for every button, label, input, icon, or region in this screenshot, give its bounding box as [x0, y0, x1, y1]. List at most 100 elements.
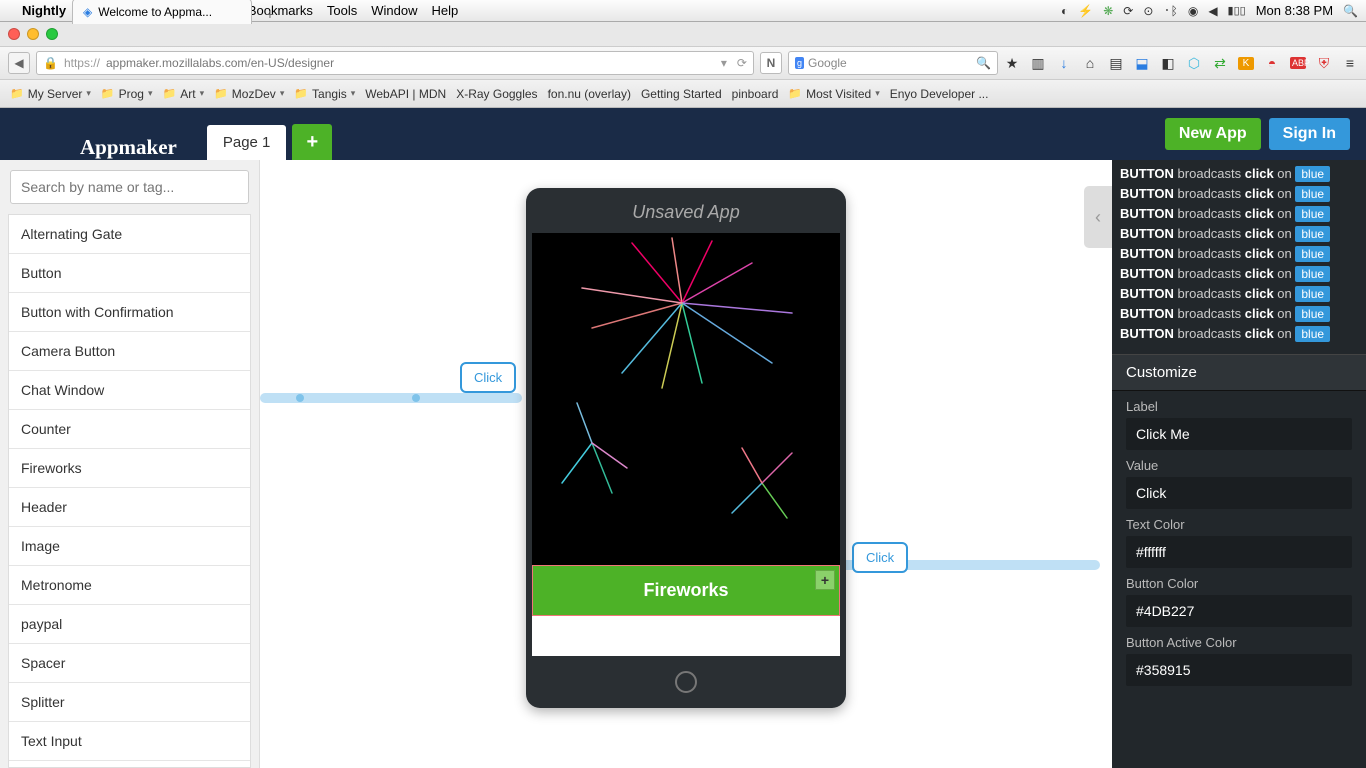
- textcolor-input[interactable]: [1126, 536, 1352, 568]
- bluetooth-icon[interactable]: ᛫ᛒ: [1163, 4, 1177, 18]
- value-input[interactable]: [1126, 477, 1352, 509]
- component-item[interactable]: Metronome: [9, 566, 250, 605]
- prop-label: Value: [1126, 458, 1352, 473]
- status-icon[interactable]: ⟳: [1123, 4, 1133, 18]
- toolbar-icon[interactable]: ⬡: [1186, 55, 1202, 72]
- bookmark-item[interactable]: My Server: [10, 87, 91, 101]
- toolbar-icon[interactable]: ▤: [1108, 55, 1124, 72]
- bookmark-item[interactable]: Most Visited: [788, 87, 879, 101]
- bookmark-item[interactable]: Enyo Developer ...: [890, 87, 989, 101]
- component-item[interactable]: Fireworks: [9, 449, 250, 488]
- library-icon[interactable]: ▥: [1030, 55, 1046, 72]
- prop-label: Button Active Color: [1126, 635, 1352, 650]
- wire-label-right[interactable]: Click: [852, 542, 908, 573]
- add-page-button[interactable]: +: [292, 124, 332, 160]
- fireworks-canvas[interactable]: [532, 233, 840, 565]
- fireworks-button[interactable]: Fireworks +: [532, 565, 840, 616]
- window-maximize-icon[interactable]: [46, 28, 58, 40]
- component-item[interactable]: Alternating Gate: [9, 215, 250, 254]
- component-search-input[interactable]: [10, 170, 249, 204]
- component-item[interactable]: paypal: [9, 605, 250, 644]
- url-bar[interactable]: 🔒 https://appmaker.mozillalabs.com/en-US…: [36, 51, 754, 75]
- component-item[interactable]: Image: [9, 527, 250, 566]
- new-app-button[interactable]: New App: [1165, 118, 1261, 150]
- component-item[interactable]: Button: [9, 254, 250, 293]
- reader-icon[interactable]: N: [760, 52, 782, 74]
- broadcast-row[interactable]: BUTTON broadcasts click on blue: [1120, 304, 1358, 324]
- component-item[interactable]: Header: [9, 488, 250, 527]
- mac-menu-item[interactable]: Tools: [327, 3, 357, 18]
- bookmark-item[interactable]: Getting Started: [641, 87, 722, 101]
- add-listener-button[interactable]: +: [815, 570, 835, 590]
- status-icon[interactable]: ⚡: [1078, 4, 1093, 18]
- adblock-icon[interactable]: ABP: [1290, 57, 1306, 69]
- mac-menu-item[interactable]: Help: [431, 3, 458, 18]
- search-input[interactable]: g Google 🔍: [788, 51, 998, 75]
- toolbar-icon[interactable]: ⛨: [1316, 55, 1332, 72]
- design-canvas[interactable]: Click Click Unsaved App: [260, 160, 1112, 768]
- google-icon: g: [795, 57, 804, 69]
- window-close-icon[interactable]: [8, 28, 20, 40]
- status-icon[interactable]: ⊙: [1143, 4, 1153, 18]
- bookmark-item[interactable]: Prog: [101, 87, 153, 101]
- spotlight-icon[interactable]: 🔍: [1343, 4, 1358, 18]
- component-item[interactable]: Text Input: [9, 722, 250, 761]
- nav-back-button[interactable]: ◀: [8, 52, 30, 74]
- component-item[interactable]: Counter: [9, 410, 250, 449]
- broadcast-row[interactable]: BUTTON broadcasts click on blue: [1120, 184, 1358, 204]
- menu-icon[interactable]: ≡: [1342, 55, 1358, 71]
- broadcast-row[interactable]: BUTTON broadcasts click on blue: [1120, 284, 1358, 304]
- buttonactivecolor-input[interactable]: [1126, 654, 1352, 686]
- label-input[interactable]: [1126, 418, 1352, 450]
- bookmark-item[interactable]: pinboard: [732, 87, 779, 101]
- downloads-icon[interactable]: ↓: [1056, 55, 1072, 71]
- toolbar-icon[interactable]: ◓: [1264, 55, 1280, 71]
- component-item[interactable]: Chat Window: [9, 371, 250, 410]
- component-item[interactable]: Button with Confirmation: [9, 293, 250, 332]
- toolbar-icon[interactable]: ⇄: [1212, 55, 1228, 72]
- broadcast-row[interactable]: BUTTON broadcasts click on blue: [1120, 224, 1358, 244]
- page-tab[interactable]: Page 1: [207, 125, 287, 160]
- buttoncolor-input[interactable]: [1126, 595, 1352, 627]
- window-minimize-icon[interactable]: [27, 28, 39, 40]
- component-item[interactable]: Spacer: [9, 644, 250, 683]
- browser-chrome: ◈ Welcome to Appma... + ◀ 🔒 https://appm…: [0, 22, 1366, 108]
- broadcast-row[interactable]: BUTTON broadcasts click on blue: [1120, 264, 1358, 284]
- mac-menu-item[interactable]: Window: [371, 3, 417, 18]
- app-brand: Appmaker: [0, 135, 207, 160]
- toolbar-icon[interactable]: ◧: [1160, 55, 1176, 72]
- bookmark-item[interactable]: fon.nu (overlay): [548, 87, 631, 101]
- bookmark-item[interactable]: Art: [163, 87, 205, 101]
- broadcast-row[interactable]: BUTTON broadcasts click on blue: [1120, 244, 1358, 264]
- bookmark-item[interactable]: MozDev: [214, 87, 284, 101]
- home-icon[interactable]: ⌂: [1082, 55, 1098, 71]
- wire-label-left[interactable]: Click: [460, 362, 516, 393]
- volume-icon[interactable]: ◀: [1208, 4, 1217, 18]
- right-sidebar-collapse-button[interactable]: ‹: [1084, 186, 1112, 248]
- battery-icon[interactable]: ▮▯▯: [1228, 4, 1246, 17]
- broadcast-row[interactable]: BUTTON broadcasts click on blue: [1120, 164, 1358, 184]
- bookmark-item[interactable]: Tangis: [294, 87, 355, 101]
- sign-in-button[interactable]: Sign In: [1269, 118, 1350, 150]
- phone-home-area: [526, 656, 846, 708]
- search-icon[interactable]: 🔍: [976, 56, 991, 70]
- wifi-icon[interactable]: ◉: [1188, 4, 1198, 18]
- reload-icon[interactable]: ▾ ⟳: [721, 56, 747, 70]
- new-tab-button[interactable]: +: [258, 4, 282, 24]
- toolbar-icon[interactable]: ⬓: [1134, 55, 1150, 72]
- broadcast-row[interactable]: BUTTON broadcasts click on blue: [1120, 324, 1358, 344]
- home-button-icon[interactable]: [675, 671, 697, 693]
- clock[interactable]: Mon 8:38 PM: [1256, 3, 1333, 18]
- bookmark-item[interactable]: X-Ray Goggles: [456, 87, 537, 101]
- component-item[interactable]: Camera Button: [9, 332, 250, 371]
- component-item[interactable]: Splitter: [9, 683, 250, 722]
- broadcast-row[interactable]: BUTTON broadcasts click on blue: [1120, 204, 1358, 224]
- bookmark-item[interactable]: WebAPI | MDN: [365, 87, 446, 101]
- bookmark-star-icon[interactable]: ★: [1004, 55, 1020, 72]
- browser-tab[interactable]: ◈ Welcome to Appma...: [72, 0, 252, 24]
- evernote-icon[interactable]: ❋: [1103, 4, 1113, 18]
- toolbar-icon[interactable]: K: [1238, 57, 1254, 70]
- status-icon[interactable]: ◐: [1061, 4, 1068, 18]
- prop-label: Text Color: [1126, 517, 1352, 532]
- app-menu[interactable]: Nightly: [22, 3, 66, 18]
